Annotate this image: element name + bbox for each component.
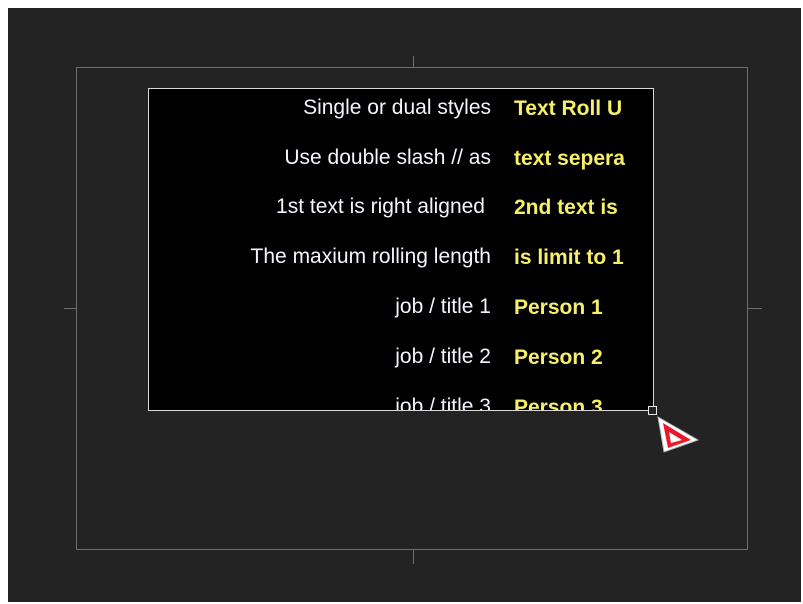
roll-right-text: Person 3 [514,396,603,411]
roll-left-text: Single or dual styles [303,96,491,119]
roll-row: job / title 1 Person 1 [149,292,653,322]
preview-canvas[interactable]: Single or dual styles Text Roll U Use do… [8,8,801,602]
roll-row: 1st text is right aligned 2nd text is [149,192,653,222]
arrow-cursor-icon [657,416,700,453]
roll-right-text: is limit to 1 [514,246,624,269]
center-tick-bottom [413,549,414,564]
roll-row: Use double slash // as text sepera [149,143,653,173]
roll-left-text: job / title 2 [395,345,491,368]
roll-left-text: Use double slash // as [284,146,491,169]
roll-row: job / title 3 Person 3 [149,392,653,411]
center-tick-left [64,308,76,309]
roll-left-text: job / title 1 [395,295,491,318]
roll-row: Single or dual styles Text Roll U [149,93,653,123]
roll-left-text: The maxium rolling length [250,245,491,268]
roll-left-text: 1st text is right aligned [276,195,485,218]
editor-screen: Single or dual styles Text Roll U Use do… [0,0,803,604]
roll-row: The maxium rolling length is limit to 1 [149,242,653,272]
text-roll-box[interactable]: Single or dual styles Text Roll U Use do… [148,88,654,411]
roll-right-text: 2nd text is [514,196,618,219]
roll-row: job / title 2 Person 2 [149,342,653,372]
roll-left-text: job / title 3 [395,395,491,411]
roll-right-text: Person 2 [514,346,603,369]
roll-right-text: Text Roll U [514,97,623,120]
center-tick-top [413,56,414,68]
roll-right-text: text sepera [514,147,625,170]
center-tick-right [748,308,762,309]
roll-right-text: Person 1 [514,296,603,319]
